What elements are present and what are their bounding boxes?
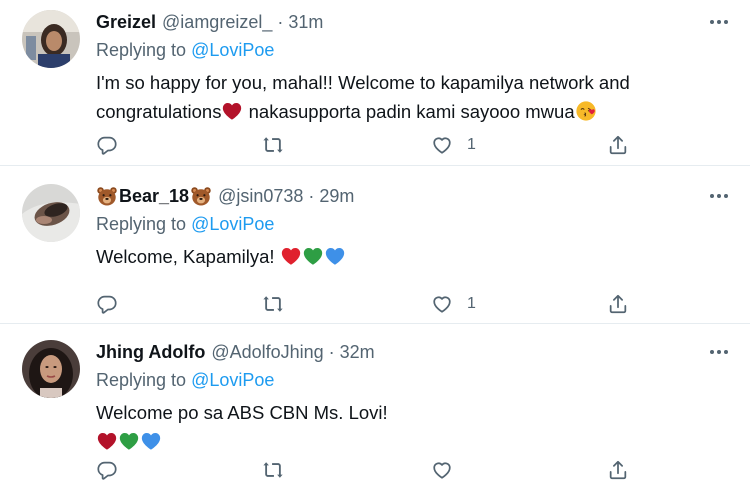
tweet-text: I'm so happy for you, mahal!! Welcome to… — [96, 68, 730, 126]
tweet-text: Welcome po sa ABS CBN Ms. Lovi! — [96, 398, 730, 456]
heart-icon — [431, 293, 453, 315]
reply-tweet[interactable]: Jhing Adolfo @AdolfoJhing · 32m Replying… — [0, 324, 750, 499]
display-name[interactable]: Jhing Adolfo — [96, 342, 205, 363]
share-icon — [607, 459, 629, 481]
retweet-icon — [262, 293, 284, 315]
replying-to-label: Replying to — [96, 40, 187, 60]
more-options-icon[interactable] — [710, 10, 728, 34]
share-icon — [607, 293, 629, 315]
tweet-text-line2-end: nakasupporta padin kami sayooo mwua — [248, 101, 575, 122]
replying-to-line: Replying to @LoviPoe — [96, 214, 730, 238]
bear-face-emoji — [190, 185, 212, 207]
face-blowing-kiss-emoji — [575, 100, 597, 122]
like-count: 1 — [467, 136, 476, 153]
mention-link[interactable]: @LoviPoe — [191, 214, 274, 234]
retweet-icon — [262, 459, 284, 481]
blue-heart-emoji — [324, 245, 346, 267]
reply-tweet[interactable]: Greizel @iamgreizel_ · 31m Replying to @… — [0, 0, 750, 166]
replying-to-line: Replying to @LoviPoe — [96, 40, 730, 64]
timestamp[interactable]: 29m — [319, 186, 354, 207]
action-bar: 1 — [96, 292, 636, 316]
separator-dot: · — [308, 185, 315, 206]
mention-link[interactable]: @LoviPoe — [191, 40, 274, 60]
like-button[interactable]: 1 — [431, 134, 476, 156]
retweet-button[interactable] — [262, 134, 284, 156]
action-bar — [96, 458, 636, 482]
red-heart-emoji — [221, 100, 243, 122]
tweet-text-line2-start: congratulations — [96, 101, 222, 122]
separator-dot: · — [277, 11, 284, 32]
green-heart-emoji — [118, 430, 140, 452]
more-options-icon[interactable] — [710, 184, 728, 208]
user-handle[interactable]: @jsin0738 — [218, 186, 303, 207]
share-button[interactable] — [607, 459, 629, 481]
reply-tweet[interactable]: Bear_18 @jsin0738 · 29m Replying to @Lov… — [0, 166, 750, 324]
replying-to-label: Replying to — [96, 370, 187, 390]
reply-button[interactable] — [96, 293, 118, 315]
reply-button[interactable] — [96, 459, 118, 481]
reply-icon — [96, 134, 118, 156]
like-count: 1 — [467, 295, 476, 312]
replying-to-label: Replying to — [96, 214, 187, 234]
reply-button[interactable] — [96, 134, 118, 156]
avatar[interactable] — [22, 10, 80, 68]
timestamp[interactable]: 31m — [288, 12, 323, 33]
avatar[interactable] — [22, 340, 80, 398]
user-handle[interactable]: @AdolfoJhing — [211, 342, 323, 363]
retweet-icon — [262, 134, 284, 156]
tweet-text: Welcome, Kapamilya! — [96, 242, 730, 271]
reply-icon — [96, 459, 118, 481]
retweet-button[interactable] — [262, 293, 284, 315]
share-button[interactable] — [607, 293, 629, 315]
like-button[interactable]: 1 — [431, 293, 476, 315]
user-handle[interactable]: @iamgreizel_ — [162, 12, 272, 33]
action-bar: 1 — [96, 133, 636, 157]
timestamp[interactable]: 32m — [340, 342, 375, 363]
display-name[interactable]: Greizel — [96, 12, 156, 33]
heart-icon — [431, 134, 453, 156]
heart-icon — [431, 459, 453, 481]
green-heart-emoji — [302, 245, 324, 267]
avatar[interactable] — [22, 184, 80, 242]
more-options-icon[interactable] — [710, 340, 728, 364]
red-heart-emoji — [96, 430, 118, 452]
like-button[interactable] — [431, 459, 467, 481]
display-name-text: Bear_18 — [119, 185, 190, 206]
tweet-text-content: Welcome po sa ABS CBN Ms. Lovi! — [96, 402, 388, 423]
bear-face-emoji — [96, 185, 118, 207]
mention-link[interactable]: @LoviPoe — [191, 370, 274, 390]
share-button[interactable] — [607, 134, 629, 156]
retweet-button[interactable] — [262, 459, 284, 481]
red-heart-emoji — [280, 245, 302, 267]
share-icon — [607, 134, 629, 156]
tweet-text-line1: I'm so happy for you, mahal!! Welcome to… — [96, 72, 630, 93]
replying-to-line: Replying to @LoviPoe — [96, 370, 730, 394]
reply-icon — [96, 293, 118, 315]
display-name[interactable]: Bear_18 — [96, 185, 212, 207]
blue-heart-emoji — [140, 430, 162, 452]
tweet-text-content: Welcome, Kapamilya! — [96, 246, 275, 267]
separator-dot: · — [328, 341, 335, 362]
reply-feed: Greizel @iamgreizel_ · 31m Replying to @… — [0, 0, 750, 499]
